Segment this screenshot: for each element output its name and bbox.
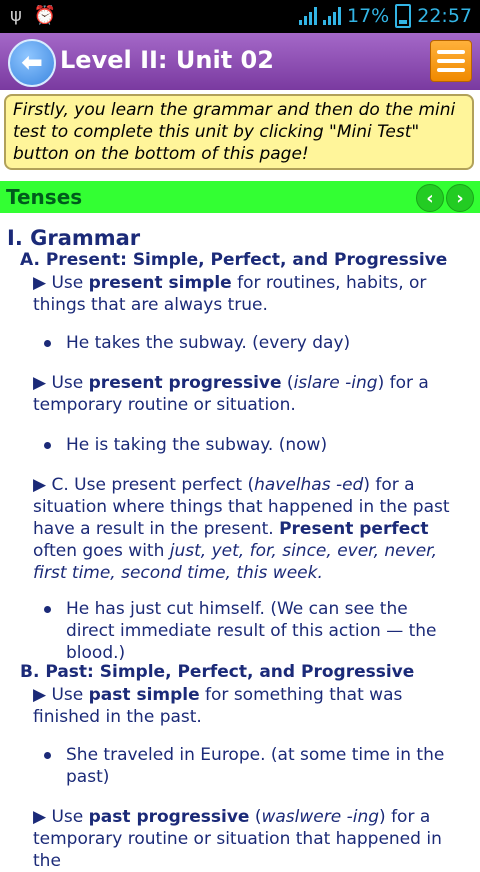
app-header: ⬅ Level II: Unit 02 bbox=[0, 33, 480, 90]
chevron-right-icon: › bbox=[456, 187, 464, 209]
menu-button[interactable] bbox=[430, 40, 472, 82]
usb-icon: ψ bbox=[10, 5, 22, 26]
chevron-left-icon: ‹ bbox=[426, 187, 434, 209]
status-bar: ψ ⏰ 17% 22:57 bbox=[0, 0, 480, 33]
paragraph-past-simple: ▶ Use past simple for something that was… bbox=[33, 685, 403, 727]
bullet-icon bbox=[44, 752, 51, 759]
instruction-box: Firstly, you learn the grammar and then … bbox=[4, 94, 474, 170]
prev-section-button[interactable]: ‹ bbox=[416, 184, 444, 212]
bullet-icon bbox=[44, 606, 51, 613]
section-label: Tenses bbox=[6, 185, 83, 209]
grammar-heading: I. Grammar bbox=[7, 226, 141, 250]
cell-signal-icon bbox=[323, 7, 341, 25]
back-button[interactable]: ⬅ bbox=[8, 39, 56, 87]
paragraph-present-simple: ▶ Use present simple for routines, habit… bbox=[33, 273, 427, 315]
subheading-present: A. Present: Simple, Perfect, and Progres… bbox=[20, 250, 448, 270]
paragraph-past-progressive: ▶ Use past progressive (waslwere -ing) f… bbox=[33, 807, 442, 871]
example-2: He is taking the subway. (now) bbox=[44, 434, 456, 456]
battery-icon bbox=[395, 4, 412, 28]
example-1: He takes the subway. (every day) bbox=[44, 332, 456, 354]
section-bar: Tenses ‹ › bbox=[0, 181, 480, 213]
example-3: He has just cut himself. (We can see the… bbox=[44, 598, 456, 664]
clock: 22:57 bbox=[417, 5, 472, 27]
paragraph-present-progressive: ▶ Use present progressive (islare -ing) … bbox=[33, 373, 429, 415]
subheading-past: B. Past: Simple, Perfect, and Progressiv… bbox=[20, 662, 415, 682]
hamburger-icon bbox=[437, 50, 465, 54]
next-section-button[interactable]: › bbox=[446, 184, 474, 212]
paragraph-present-perfect: ▶ C. Use present perfect (havelhas -ed) … bbox=[33, 475, 450, 583]
battery-percent: 17% bbox=[347, 5, 390, 27]
arrow-left-icon: ⬅ bbox=[21, 48, 43, 78]
wifi-signal-icon bbox=[299, 7, 317, 25]
page-title: Level II: Unit 02 bbox=[60, 46, 274, 74]
alarm-icon: ⏰ bbox=[33, 5, 57, 26]
bullet-icon bbox=[44, 340, 51, 347]
bullet-icon bbox=[44, 442, 51, 449]
example-4: She traveled in Europe. (at some time in… bbox=[44, 744, 456, 788]
